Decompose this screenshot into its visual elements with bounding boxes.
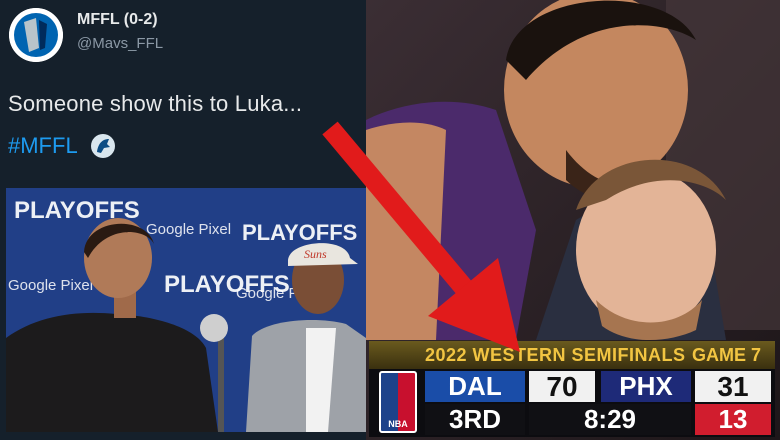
user-handle[interactable]: @Mavs_FFL: [77, 35, 163, 52]
press-conference-photo: PLAYOFFS PLAYOFFS PLAYOFFS Google Pixel …: [6, 188, 366, 432]
mavericks-logo-icon[interactable]: [9, 8, 63, 62]
cap-logo-text: Suns: [304, 247, 327, 261]
home-team-label: PHX: [601, 371, 691, 402]
backdrop-playoffs-text: PLAYOFFS: [242, 220, 357, 245]
series-round-label: 2022 WESTERN SEMIFINALS: [425, 345, 686, 365]
hashtag-link[interactable]: #MFFL: [8, 133, 78, 159]
nba-logo-text: NBA: [388, 419, 408, 429]
scoreboard-header: 2022 WESTERN SEMIFINALS GAME 7: [369, 341, 775, 369]
display-name[interactable]: MFFL (0-2): [77, 11, 158, 29]
period-label: 3RD: [425, 404, 525, 435]
game-clock: 8:29: [529, 404, 691, 435]
tweet-card: MFFL (0-2) @Mavs_FFL Someone show this t…: [0, 0, 366, 440]
home-team-score: 31: [695, 371, 771, 402]
nba-logo-icon: NBA: [379, 371, 417, 433]
clock-row: 3RD 8:29 13: [425, 404, 771, 435]
scoreboard: 2022 WESTERN SEMIFINALS GAME 7 NBA DAL 7…: [369, 341, 775, 437]
shot-clock: 13: [695, 404, 771, 435]
game-number-label: GAME 7: [691, 345, 761, 365]
mavericks-horse-icon: [91, 134, 115, 158]
score-row: DAL 70 PHX 31: [425, 371, 771, 402]
backdrop-google-pixel-text: Google Pixel: [146, 221, 231, 238]
backdrop-google-pixel-text: Google Pixel: [8, 277, 93, 294]
tweet-text: Someone show this to Luka...: [8, 91, 303, 116]
away-team-label: DAL: [425, 371, 525, 402]
away-team-score: 70: [529, 371, 595, 402]
